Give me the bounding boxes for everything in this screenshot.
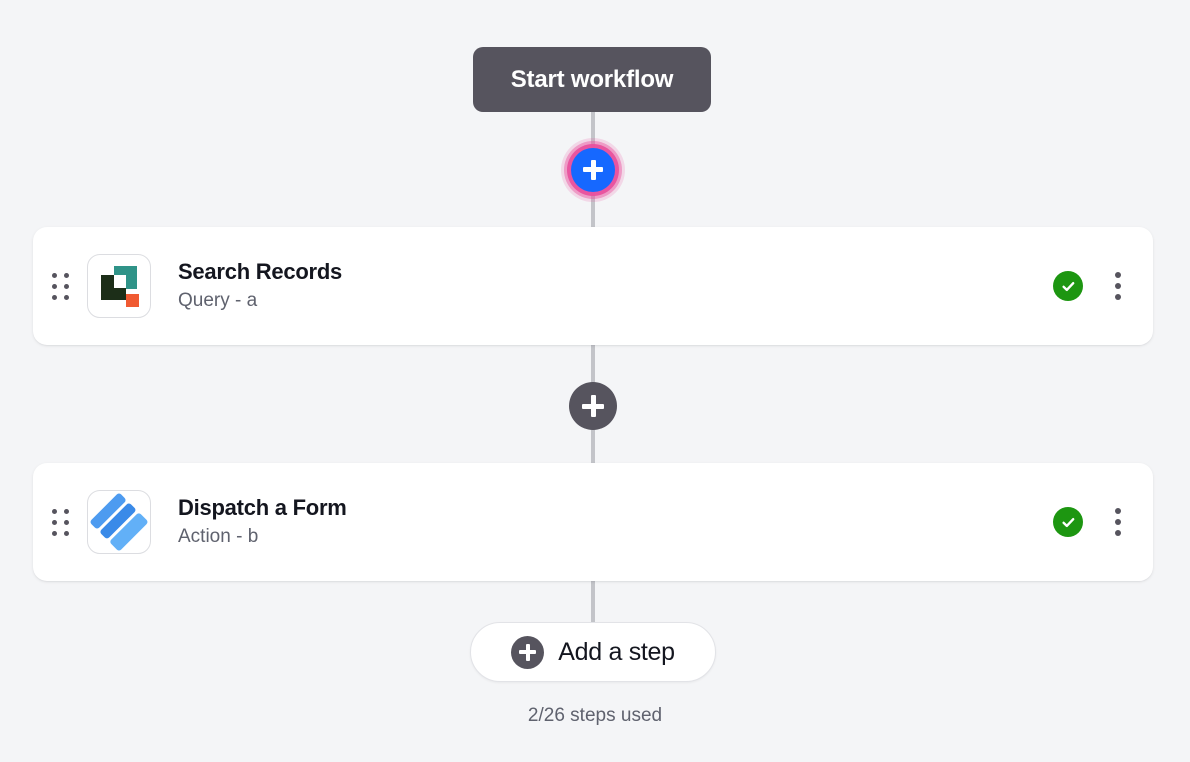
drag-handle-step-2[interactable]: [33, 463, 87, 581]
drag-handle-step-1[interactable]: [33, 227, 87, 345]
step-2-menu-button[interactable]: [1105, 500, 1131, 544]
step-1-subtitle: Query - a: [178, 290, 258, 312]
insert-step-button-top[interactable]: [571, 148, 615, 192]
step-2-status-badge: [1053, 507, 1083, 537]
step-2-subtitle: Action - b: [178, 526, 259, 548]
airtable-query-icon: [97, 264, 141, 308]
insert-step-button-middle[interactable]: [569, 382, 617, 430]
jotform-action-icon: [89, 492, 149, 552]
drag-handle-icon: [51, 272, 69, 300]
plus-icon: [582, 395, 604, 417]
step-1-text-block: Search Records Query - a: [178, 259, 1053, 313]
step-2-title: Dispatch a Form: [178, 494, 347, 520]
add-step-button[interactable]: Add a step: [470, 622, 716, 682]
step-2-app-icon-tile: [87, 490, 151, 554]
connector-line-step-2-to-add-step: [591, 581, 595, 626]
workflow-step-card-2[interactable]: Dispatch a Form Action - b: [33, 463, 1153, 581]
step-1-status-badge: [1053, 271, 1083, 301]
add-step-label: Add a step: [558, 637, 675, 666]
step-2-text-block: Dispatch a Form Action - b: [178, 495, 1053, 549]
plus-circle-icon: [511, 635, 545, 669]
step-1-title: Search Records: [178, 258, 343, 284]
plus-icon: [583, 160, 603, 180]
start-workflow-button[interactable]: Start workflow: [473, 47, 711, 112]
drag-handle-icon: [51, 508, 69, 536]
step-1-menu-button[interactable]: [1105, 264, 1131, 308]
workflow-step-card-1[interactable]: Search Records Query - a: [33, 227, 1153, 345]
check-icon: [1061, 281, 1074, 291]
check-icon: [1061, 517, 1074, 527]
step-1-app-icon-tile: [87, 254, 151, 318]
steps-used-counter: 2/26 steps used: [527, 705, 663, 726]
